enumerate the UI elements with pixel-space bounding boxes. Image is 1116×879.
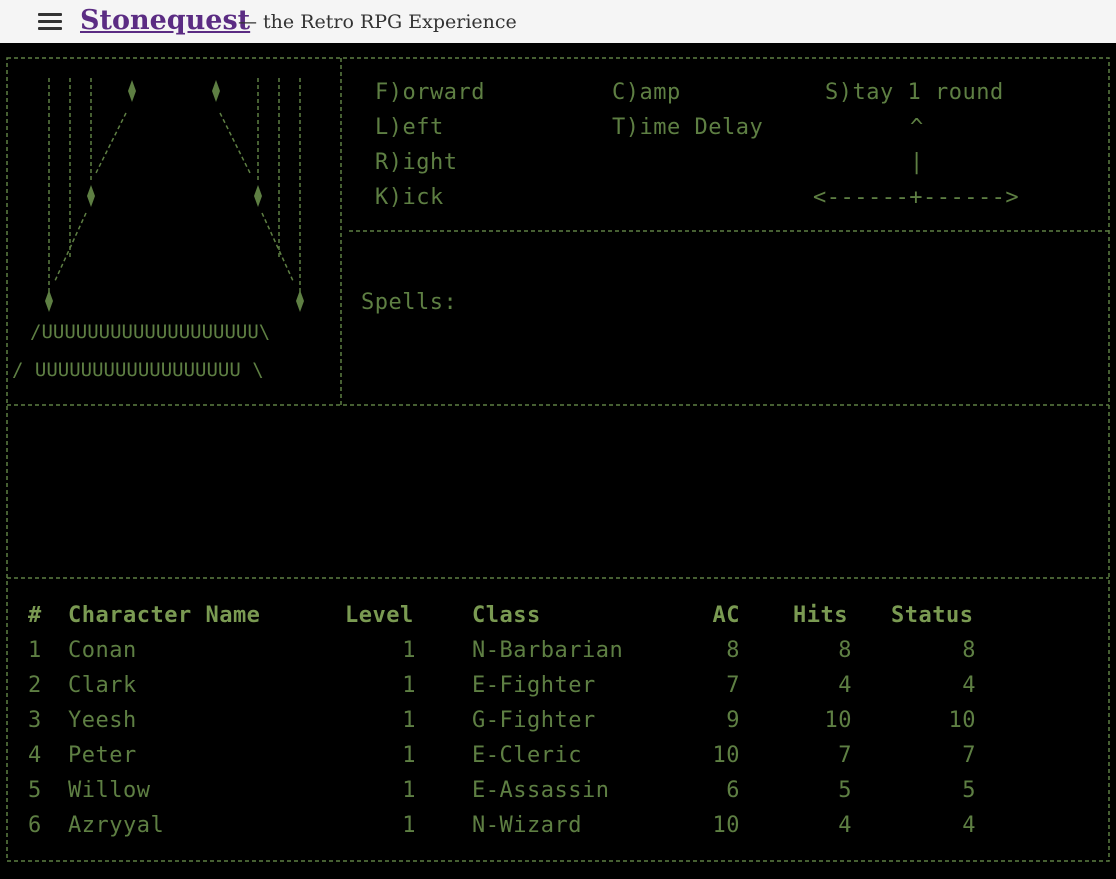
party-row-4-ac: 10: [712, 743, 740, 768]
command-stay[interactable]: S)tay 1 round: [825, 81, 1004, 105]
arrow-up-icon: ^: [910, 115, 924, 140]
header-class: Class: [472, 603, 541, 628]
party-row-3-level: 1: [402, 708, 416, 733]
party-row-1-ac: 8: [726, 638, 740, 663]
command-left[interactable]: L)eft: [375, 116, 444, 140]
dungeon-view: [45, 78, 304, 312]
site-title-link[interactable]: Stonequest: [80, 4, 250, 38]
arrow-left-right-icon: <------+------>: [813, 185, 1020, 210]
party-row-1-class: N-Barbarian: [472, 638, 624, 663]
party-row-1-hits: 8: [838, 638, 852, 663]
party-row-5-name[interactable]: Willow: [68, 779, 150, 803]
party-row-2-num: 2: [28, 673, 42, 698]
header-status: Status: [891, 603, 974, 628]
party-row-2-name[interactable]: Clark: [68, 674, 137, 698]
command-time-delay[interactable]: T)ime Delay: [612, 116, 763, 140]
party-row-5-status: 5: [962, 778, 976, 803]
game-screen[interactable]: /UUUUUUUUUUUUUUUUUUU\ / UUUUUUUUUUUUUUUU…: [0, 43, 1116, 879]
party-row-2-ac: 7: [726, 673, 740, 698]
party-row-4-status: 7: [962, 743, 976, 768]
command-right[interactable]: R)ight: [375, 151, 457, 175]
header-hits: Hits: [793, 603, 848, 628]
party-row-5-class: E-Assassin: [472, 778, 610, 803]
party-row-6-ac: 10: [712, 813, 740, 838]
floor-pattern-row-1: /UUUUUUUUUUUUUUUUUUU\: [30, 321, 271, 343]
party-row-4-hits: 7: [838, 743, 852, 768]
party-row-4-name[interactable]: Peter: [68, 744, 137, 768]
party-row-6-name[interactable]: Azryyal: [68, 814, 164, 838]
arrow-stem-icon: |: [910, 150, 924, 175]
party-row-6-hits: 4: [838, 813, 852, 838]
header-ac: AC: [712, 603, 740, 628]
party-row-1-status: 8: [962, 638, 976, 663]
party-row-3-class: G-Fighter: [472, 708, 596, 733]
party-row-5-ac: 6: [726, 778, 740, 803]
spells-label: Spells:: [361, 290, 458, 315]
party-row-6-class: N-Wizard: [472, 813, 582, 838]
header-num: #: [28, 603, 42, 628]
party-row-2-class: E-Fighter: [472, 673, 596, 698]
party-row-2-hits: 4: [838, 673, 852, 698]
party-row-5-num: 5: [28, 778, 42, 803]
party-row-5-level: 1: [402, 778, 416, 803]
party-row-1-num: 1: [28, 638, 42, 663]
party-row-4-class: E-Cleric: [472, 743, 582, 768]
party-row-1-level: 1: [402, 638, 416, 663]
party-row-4-level: 1: [402, 743, 416, 768]
header-character-name: Character Name: [68, 603, 261, 628]
party-row-2-level: 1: [402, 673, 416, 698]
party-row-6-level: 1: [402, 813, 416, 838]
party-row-3-hits: 10: [824, 708, 852, 733]
party-row-2-status: 4: [962, 673, 976, 698]
party-row-1-name[interactable]: Conan: [68, 639, 137, 663]
party-row-5-hits: 5: [838, 778, 852, 803]
top-bar: Stonequest — the Retro RPG Experience: [0, 0, 1116, 43]
command-kick[interactable]: K)ick: [375, 186, 444, 210]
command-forward[interactable]: F)orward: [375, 81, 485, 105]
party-row-4-num: 4: [28, 743, 42, 768]
floor-pattern-row-2: / UUUUUUUUUUUUUUUUUU \: [12, 359, 264, 381]
command-camp[interactable]: C)amp: [612, 81, 681, 105]
party-row-3-ac: 9: [726, 708, 740, 733]
site-tagline: — the Retro RPG Experience: [238, 11, 517, 33]
hamburger-menu-icon[interactable]: [38, 12, 62, 32]
party-row-3-status: 10: [948, 708, 976, 733]
party-row-6-num: 6: [28, 813, 42, 838]
header-level: Level: [345, 603, 414, 628]
party-row-3-num: 3: [28, 708, 42, 733]
party-row-3-name[interactable]: Yeesh: [68, 709, 137, 733]
party-row-6-status: 4: [962, 813, 976, 838]
